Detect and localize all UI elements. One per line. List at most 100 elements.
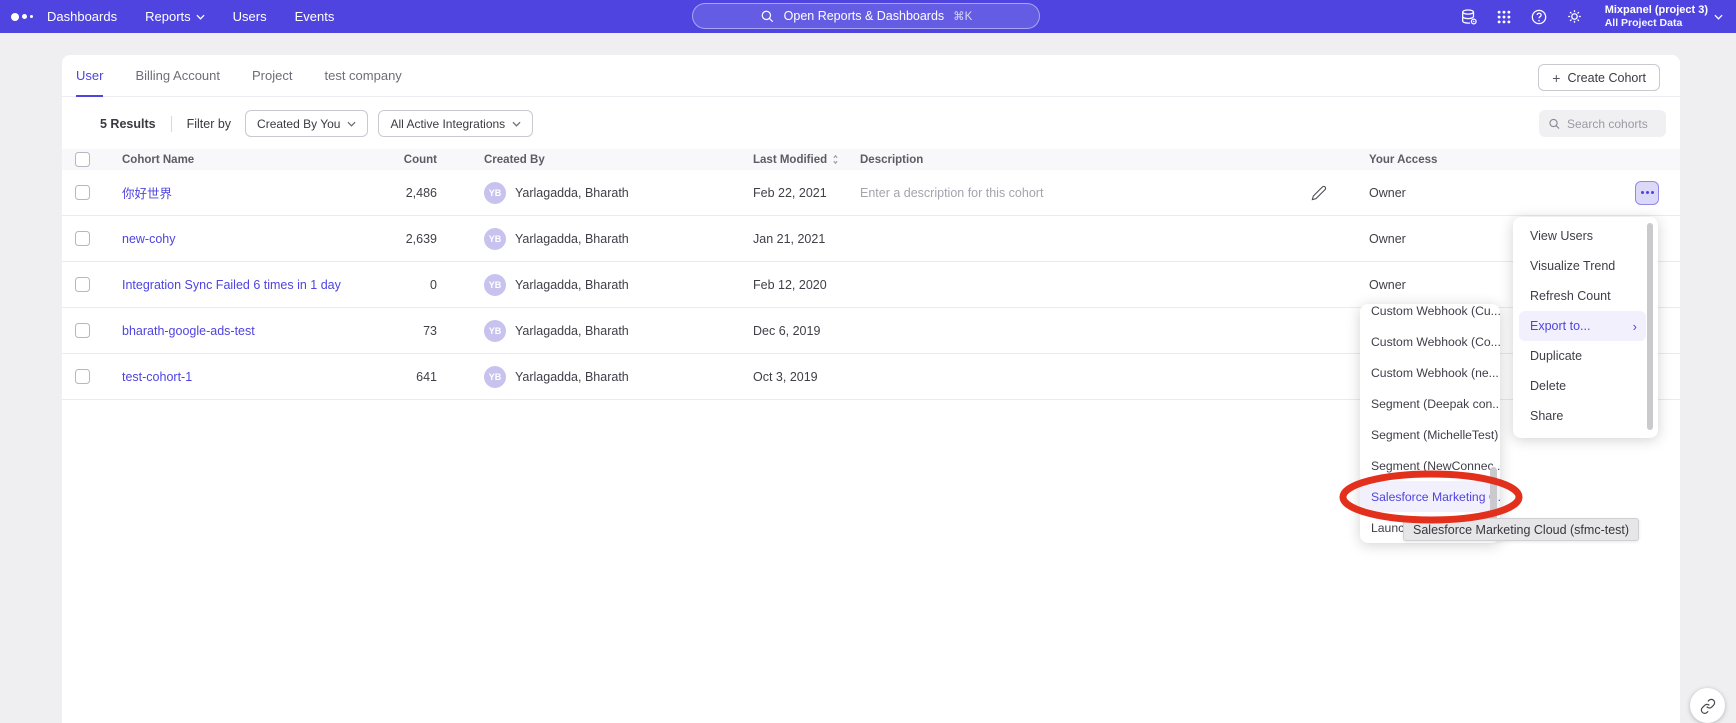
- menu-item-duplicate[interactable]: Duplicate: [1513, 341, 1658, 371]
- table-row: new-cohy 2,639 YB Yarlagadda, Bharath Ja…: [62, 216, 1680, 262]
- help-icon: [1530, 8, 1548, 26]
- row-checkbox[interactable]: [75, 277, 90, 292]
- last-modified-date: Oct 3, 2019: [753, 370, 860, 384]
- tab-test-company[interactable]: test company: [324, 55, 401, 96]
- chevron-right-icon: ›: [1633, 319, 1637, 334]
- created-by-name: Yarlagadda, Bharath: [515, 370, 629, 384]
- cohort-name-link[interactable]: bharath-google-ads-test: [108, 324, 372, 338]
- row-actions-button[interactable]: [1635, 181, 1659, 205]
- cohort-name-link[interactable]: 你好世界: [108, 183, 372, 202]
- last-modified-date: Jan 21, 2021: [753, 232, 860, 246]
- chevron-down-icon: [512, 121, 521, 127]
- header-created-by[interactable]: Created By: [484, 154, 753, 166]
- submenu-item-salesforce-marketing-cloud[interactable]: Salesforce Marketing C...: [1360, 481, 1500, 512]
- avatar: YB: [484, 274, 506, 296]
- cohort-name-link[interactable]: Integration Sync Failed 6 times in 1 day: [108, 278, 372, 292]
- row-context-menu: View Users Visualize Trend Refresh Count…: [1513, 217, 1658, 438]
- nav-item-reports[interactable]: Reports: [145, 9, 205, 24]
- avatar: YB: [484, 320, 506, 342]
- nav-item-label: Users: [233, 9, 267, 24]
- submenu-item-segment-1[interactable]: Segment (Deepak con...: [1360, 388, 1500, 419]
- integrations-filter-label: All Active Integrations: [390, 117, 505, 131]
- export-to-label: Export to...: [1530, 319, 1590, 333]
- nav-right-group: Mixpanel (project 3) All Project Data: [1460, 0, 1736, 33]
- nav-menu: Dashboards Reports Users Events: [47, 9, 334, 24]
- tooltip-text: Salesforce Marketing Cloud (sfmc-test): [1413, 523, 1629, 537]
- global-search-label: Open Reports & Dashboards: [784, 9, 945, 23]
- nav-item-events[interactable]: Events: [295, 9, 335, 24]
- cohort-count: 0: [372, 278, 437, 292]
- sort-icon[interactable]: [831, 154, 840, 165]
- header-your-access[interactable]: Your Access: [1369, 154, 1632, 166]
- menu-item-delete[interactable]: Delete: [1513, 371, 1658, 401]
- dots-icon: [1641, 191, 1644, 194]
- search-icon: [1548, 117, 1561, 131]
- created-by-filter-label: Created By You: [257, 117, 340, 131]
- cohort-count: 73: [372, 324, 437, 338]
- submenu-item-custom-webhook-1[interactable]: Custom Webhook (Cu...: [1360, 304, 1500, 326]
- global-search-bar[interactable]: Open Reports & Dashboards ⌘K: [692, 3, 1040, 29]
- create-cohort-label: Create Cohort: [1567, 71, 1646, 85]
- apps-grid-button[interactable]: [1496, 9, 1512, 25]
- context-menu-scrollbar[interactable]: [1647, 223, 1653, 430]
- row-checkbox[interactable]: [75, 231, 90, 246]
- select-all-checkbox[interactable]: [75, 152, 90, 167]
- submenu-item-custom-webhook-2[interactable]: Custom Webhook (Co...: [1360, 326, 1500, 357]
- created-by-name: Yarlagadda, Bharath: [515, 186, 629, 200]
- export-submenu-list: Custom Webhook (Cu... Custom Webhook (Co…: [1360, 304, 1500, 543]
- menu-item-refresh-count[interactable]: Refresh Count: [1513, 281, 1658, 311]
- copy-link-button[interactable]: [1690, 688, 1725, 723]
- nav-item-label: Events: [295, 9, 335, 24]
- project-switcher[interactable]: Mixpanel (project 3) All Project Data: [1601, 4, 1723, 30]
- menu-item-view-users[interactable]: View Users: [1513, 221, 1658, 251]
- project-name: Mixpanel (project 3): [1605, 4, 1708, 17]
- data-management-button[interactable]: [1460, 8, 1478, 26]
- search-cohorts-box: [1539, 110, 1666, 137]
- filter-by-label: Filter by: [187, 117, 231, 131]
- row-checkbox[interactable]: [75, 185, 90, 200]
- project-subtitle: All Project Data: [1605, 17, 1708, 30]
- access-value: Owner: [1369, 186, 1632, 200]
- plus-icon: +: [1552, 70, 1560, 86]
- nav-item-label: Reports: [145, 9, 191, 24]
- cohort-tabs: User Billing Account Project test compan…: [62, 55, 1680, 97]
- create-cohort-button[interactable]: + Create Cohort: [1538, 64, 1660, 91]
- menu-item-export-to[interactable]: Export to... ›: [1519, 311, 1646, 341]
- help-button[interactable]: [1530, 8, 1548, 26]
- submenu-item-custom-webhook-3[interactable]: Custom Webhook (ne...: [1360, 357, 1500, 388]
- export-submenu: Custom Webhook (Cu... Custom Webhook (Co…: [1360, 304, 1500, 543]
- gear-icon: [1566, 8, 1583, 25]
- nav-item-dashboards[interactable]: Dashboards: [47, 9, 117, 24]
- chevron-down-icon: [347, 121, 356, 127]
- nav-item-users[interactable]: Users: [233, 9, 267, 24]
- header-cohort-name[interactable]: Cohort Name: [108, 154, 372, 166]
- header-last-modified[interactable]: Last Modified: [753, 154, 827, 166]
- cohort-name-link[interactable]: test-cohort-1: [108, 370, 372, 384]
- project-info: Mixpanel (project 3) All Project Data: [1605, 4, 1708, 30]
- settings-button[interactable]: [1566, 8, 1583, 25]
- edit-description-button[interactable]: [1311, 185, 1327, 201]
- search-shortcut: ⌘K: [953, 9, 972, 23]
- description-field[interactable]: Enter a description for this cohort: [860, 186, 1307, 200]
- header-count[interactable]: Count: [372, 154, 437, 166]
- header-description[interactable]: Description: [860, 154, 1307, 166]
- cohort-name-link[interactable]: new-cohy: [108, 232, 372, 246]
- row-checkbox[interactable]: [75, 323, 90, 338]
- tab-project[interactable]: Project: [252, 55, 292, 96]
- tab-billing-account[interactable]: Billing Account: [135, 55, 220, 96]
- integrations-filter-dropdown[interactable]: All Active Integrations: [378, 110, 533, 137]
- row-checkbox[interactable]: [75, 369, 90, 384]
- tab-user[interactable]: User: [76, 55, 103, 96]
- cohort-count: 641: [372, 370, 437, 384]
- submenu-item-segment-2[interactable]: Segment (MichelleTest): [1360, 419, 1500, 450]
- search-icon: [760, 9, 775, 24]
- created-by-name: Yarlagadda, Bharath: [515, 232, 629, 246]
- submenu-item-segment-3[interactable]: Segment (NewConnec...: [1360, 450, 1500, 481]
- mixpanel-logo-icon: [0, 13, 47, 21]
- menu-item-share[interactable]: Share: [1513, 401, 1658, 431]
- search-cohorts-input[interactable]: [1567, 117, 1657, 131]
- avatar: YB: [484, 366, 506, 388]
- chevron-down-icon: [196, 14, 205, 20]
- menu-item-visualize-trend[interactable]: Visualize Trend: [1513, 251, 1658, 281]
- created-by-filter-dropdown[interactable]: Created By You: [245, 110, 368, 137]
